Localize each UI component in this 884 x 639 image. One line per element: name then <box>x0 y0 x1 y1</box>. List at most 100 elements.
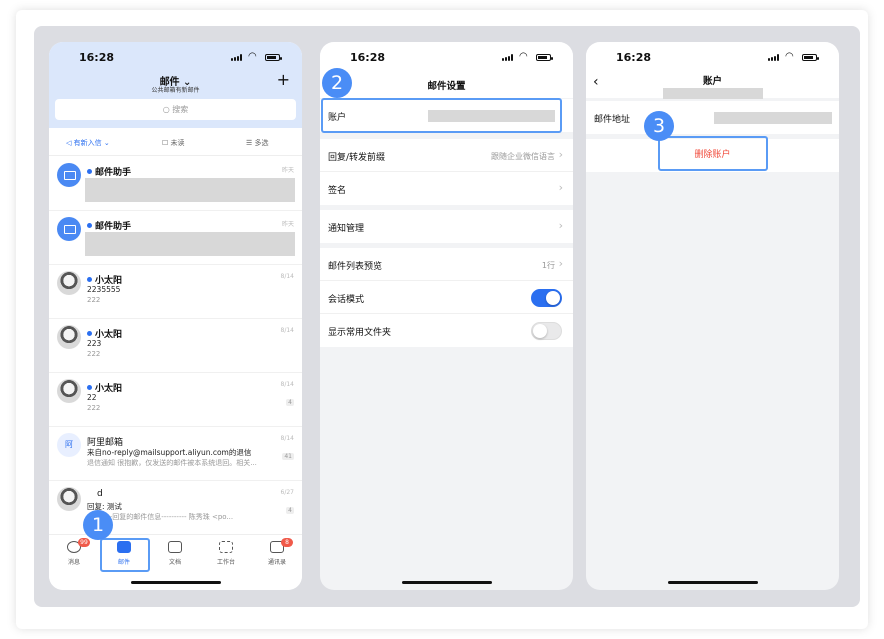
common-folders-toggle[interactable] <box>531 322 562 340</box>
list-item[interactable]: 邮件助手 昨天 <box>49 157 302 211</box>
mail-sender: 邮件助手 <box>95 222 132 232</box>
page-title: 邮件设置 <box>427 81 466 92</box>
thread-count: 41 <box>282 453 294 460</box>
status-time: 16:28 <box>350 51 386 64</box>
reply-prefix-label: 回复/转发前缀 <box>328 153 386 163</box>
mail-date: 6/27 <box>280 489 294 496</box>
mail-subject: 来自no-reply@mailsupport.aliyun.com的退信 <box>87 448 252 457</box>
home-indicator <box>667 581 758 584</box>
notification-label: 通知管理 <box>328 224 365 234</box>
list-preview-label: 邮件列表预览 <box>328 262 383 272</box>
list-preview-row[interactable]: 邮件列表预览 1行 › <box>320 248 573 281</box>
multi-select[interactable]: ☰ 多选 <box>246 138 269 148</box>
phone-mail-list: 16:28 ◠ 邮件 ⌄ 公共邮箱有新邮件 + ○ 搜索 ◁ 有新入信 ⌄ ☐ … <box>49 42 302 590</box>
highlight-mail-tab <box>100 538 150 572</box>
filter-new-mail[interactable]: ◁ 有新入信 ⌄ <box>66 138 110 148</box>
redacted-account-name <box>663 88 763 99</box>
email-address-row: 邮件地址 <box>586 101 839 134</box>
chevron-right-icon: › <box>558 148 563 161</box>
unread-dot <box>87 331 92 336</box>
tab-label: 通讯录 <box>267 559 286 566</box>
reply-prefix-row[interactable]: 回复/转发前缀 跟随企业微信语言 › <box>320 139 573 172</box>
step-2-marker: 2 <box>322 68 352 98</box>
tab-contacts[interactable]: 8 通讯录 <box>257 538 297 566</box>
redacted-content <box>85 178 295 202</box>
list-item[interactable]: 小太阳 8/14 2235555 222 <box>49 265 302 319</box>
redacted-email <box>714 112 832 124</box>
avatar <box>57 379 81 403</box>
notify-group: 通知管理 › <box>320 210 573 243</box>
mail-toolbar: ◁ 有新入信 ⌄ ☐ 未读 ☰ 多选 <box>49 128 302 156</box>
tab-messages[interactable]: 99 消息 <box>54 538 94 566</box>
status-bar: 16:28 ◠ <box>586 42 839 70</box>
address-group: 邮件地址 <box>586 101 839 134</box>
highlight-delete-account <box>658 136 768 171</box>
thread-count: 4 <box>286 507 294 514</box>
chevron-right-icon: › <box>558 219 563 232</box>
conversation-mode-toggle[interactable] <box>531 289 562 307</box>
battery-icon <box>265 54 282 61</box>
document-icon <box>168 541 182 553</box>
mail-assistant-avatar <box>57 163 81 187</box>
unread-dot <box>87 385 92 390</box>
list-item[interactable]: 阿 阿里邮箱 8/14 来自no-reply@mailsupport.aliyu… <box>49 427 302 481</box>
mail-date: 8/14 <box>280 273 294 280</box>
tab-label: 工作台 <box>216 559 235 566</box>
reply-group: 回复/转发前缀 跟随企业微信语言 › 签名 › <box>320 139 573 205</box>
grid-icon <box>219 541 233 553</box>
list-preview-value: 1行 <box>541 261 555 270</box>
avatar <box>57 271 81 295</box>
mail-preview: 222 <box>87 296 101 304</box>
conversation-mode-label: 会话模式 <box>328 295 365 305</box>
conversation-mode-row: 会话模式 <box>320 281 573 314</box>
mail-preview: 222 <box>87 350 101 358</box>
reply-prefix-value: 跟随企业微信语言 <box>491 152 555 161</box>
list-item[interactable]: 小太阳 8/14 22 222 4 <box>49 373 302 427</box>
status-bar: 16:28 ◠ <box>49 42 302 70</box>
mail-assistant-avatar <box>57 217 81 241</box>
mail-date: 8/14 <box>280 327 294 334</box>
mail-subject: 223 <box>87 339 102 348</box>
common-folders-label: 显示常用文件夹 <box>328 328 392 338</box>
mail-subject: 22 <box>87 393 97 402</box>
avatar <box>57 487 81 511</box>
email-address-label: 邮件地址 <box>594 115 631 125</box>
signature-row[interactable]: 签名 › <box>320 172 573 205</box>
list-item[interactable]: 邮件助手 昨天 <box>49 211 302 265</box>
status-bar: 16:28 ◠ <box>320 42 573 70</box>
tab-workbench[interactable]: 工作台 <box>206 541 246 566</box>
common-folders-row: 显示常用文件夹 <box>320 314 573 347</box>
status-time: 16:28 <box>79 51 115 64</box>
unread-badge: 99 <box>78 538 90 547</box>
mail-sender: 邮件助手 <box>95 168 132 178</box>
compose-plus-icon[interactable]: + <box>277 72 290 88</box>
wifi-icon: ◠ <box>785 51 794 62</box>
step-3-marker: 3 <box>644 111 674 141</box>
page-subtitle: 公共邮箱有新邮件 <box>151 87 200 94</box>
redacted-content <box>85 232 295 256</box>
mail-preview: 222 <box>87 404 101 412</box>
display-group: 邮件列表预览 1行 › 会话模式 显示常用文件夹 <box>320 248 573 347</box>
mail-date: 昨天 <box>281 167 294 174</box>
list-item[interactable]: 小太阳 8/14 223 222 <box>49 319 302 373</box>
tab-label: 消息 <box>67 559 80 566</box>
mail-date: 昨天 <box>281 221 294 228</box>
avatar <box>57 325 81 349</box>
unread-dot <box>87 169 92 174</box>
signal-icon <box>768 54 782 61</box>
mail-preview: 退信通知 很抱歉，仅发送的邮件被本系统退回。相关... <box>87 459 257 467</box>
aliyun-avatar: 阿 <box>57 433 81 457</box>
search-input[interactable]: ○ 搜索 <box>55 99 296 120</box>
status-time: 16:28 <box>616 51 652 64</box>
chevron-right-icon: › <box>558 257 563 270</box>
step-1-marker: 1 <box>83 510 113 540</box>
mail-subject: 2235555 <box>87 285 121 294</box>
page-title: 账户 <box>702 76 722 87</box>
signal-icon <box>231 54 245 61</box>
tab-docs[interactable]: 文档 <box>155 541 195 566</box>
notification-row[interactable]: 通知管理 › <box>320 210 573 243</box>
mail-date: 8/14 <box>280 435 294 442</box>
unread-filter[interactable]: ☐ 未读 <box>162 138 185 148</box>
highlight-account-row <box>321 98 562 133</box>
chevron-right-icon: › <box>558 181 563 194</box>
